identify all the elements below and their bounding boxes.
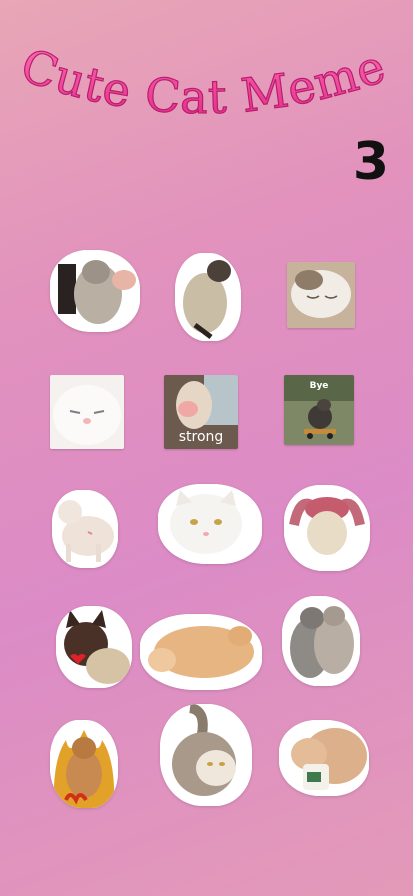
bye-caption: Bye bbox=[309, 381, 329, 391]
ginger-cat-lying-sticker[interactable] bbox=[140, 614, 262, 690]
white-cat-sitting-sticker[interactable] bbox=[158, 484, 262, 564]
tabby-cat-rolling-sticker[interactable] bbox=[160, 704, 252, 806]
cat-fire-sticker[interactable] bbox=[50, 720, 118, 808]
tabby-cats-hugging-sticker[interactable] bbox=[282, 596, 360, 686]
cat-held-sticker[interactable] bbox=[50, 250, 140, 332]
cat-standing-sticker[interactable] bbox=[52, 490, 118, 568]
cat-bunny-hat-sticker[interactable] bbox=[284, 485, 370, 571]
siamese-cat-heart-sticker[interactable] bbox=[56, 606, 132, 688]
white-cat-closeup-sticker[interactable] bbox=[50, 375, 124, 449]
ginger-cat-cup-sticker[interactable] bbox=[279, 720, 369, 796]
cat-stretching-sticker[interactable] bbox=[175, 253, 241, 341]
cat-sleeping-sticker[interactable] bbox=[287, 262, 355, 328]
cat-strong-sticker[interactable]: strong bbox=[164, 375, 238, 449]
strong-caption: strong bbox=[178, 429, 224, 445]
sticker-grid: strong Bye bbox=[0, 0, 413, 896]
cat-skateboard-bye-sticker[interactable]: Bye bbox=[284, 375, 354, 445]
